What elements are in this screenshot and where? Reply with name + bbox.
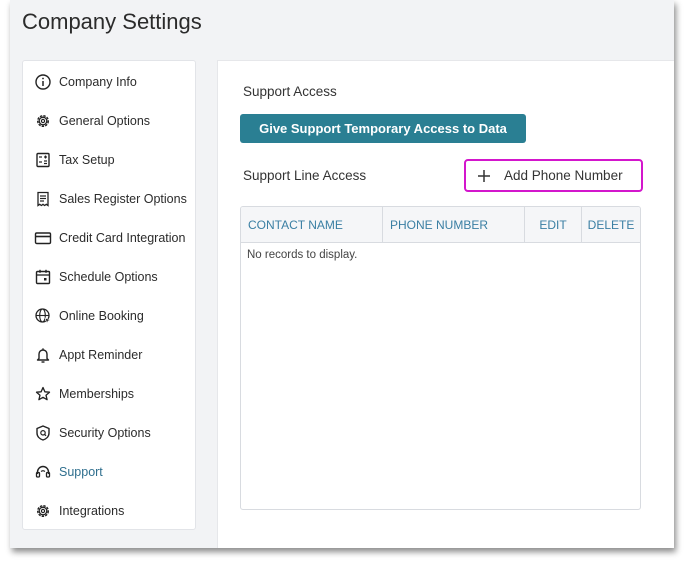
sidebar-item-online-booking[interactable]: Online Booking — [23, 296, 195, 335]
sidebar-item-appt-reminder[interactable]: Appt Reminder — [23, 335, 195, 374]
empty-table-message: No records to display. — [247, 249, 358, 261]
bell-icon — [34, 346, 52, 364]
gear-icon — [34, 112, 52, 130]
headset-icon — [34, 463, 52, 481]
star-icon — [34, 385, 52, 403]
sidebar-item-label: Memberships — [59, 386, 135, 401]
sidebar: Company Info General Options Tax Setup S… — [22, 60, 196, 530]
info-circle-icon — [34, 73, 52, 91]
sidebar-item-integrations[interactable]: Integrations — [23, 491, 195, 530]
sidebar-item-credit-card-integration[interactable]: Credit Card Integration — [23, 218, 195, 257]
gear-icon — [34, 502, 52, 520]
sidebar-item-sales-register-options[interactable]: Sales Register Options — [23, 179, 195, 218]
receipt-icon — [34, 190, 52, 208]
column-phone-number[interactable]: PHONE NUMBER — [383, 207, 525, 242]
sidebar-item-label: Schedule Options — [59, 269, 158, 284]
sidebar-item-company-info[interactable]: Company Info — [23, 62, 195, 101]
credit-card-icon — [34, 229, 52, 247]
column-contact-name[interactable]: CONTACT NAME — [241, 207, 383, 242]
sidebar-item-label: Integrations — [59, 503, 125, 518]
sidebar-item-label: Online Booking — [59, 308, 144, 323]
sidebar-item-support[interactable]: Support — [23, 452, 195, 491]
sidebar-item-label: Security Options — [59, 425, 151, 440]
sidebar-item-label: Company Info — [59, 74, 137, 89]
plus-icon — [476, 168, 492, 184]
sidebar-item-label: General Options — [59, 113, 151, 128]
support-access-heading: Support Access — [243, 84, 337, 99]
sidebar-item-label: Sales Register Options — [59, 191, 187, 206]
column-edit[interactable]: EDIT — [525, 207, 582, 242]
sidebar-item-label: Tax Setup — [59, 152, 115, 167]
shield-icon — [34, 424, 52, 442]
sidebar-item-security-options[interactable]: Security Options — [23, 413, 195, 452]
sidebar-item-label: Appt Reminder — [59, 347, 143, 362]
sidebar-item-memberships[interactable]: Memberships — [23, 374, 195, 413]
calendar-icon — [34, 268, 52, 286]
settings-window: Company Settings Company Info General Op… — [10, 0, 674, 548]
column-delete[interactable]: DELETE — [582, 207, 640, 242]
sidebar-item-tax-setup[interactable]: Tax Setup — [23, 140, 195, 179]
table-header: CONTACT NAME PHONE NUMBER EDIT DELETE — [241, 207, 640, 243]
add-phone-number-label: Add Phone Number — [504, 168, 623, 183]
sidebar-item-general-options[interactable]: General Options — [23, 101, 195, 140]
calculator-icon — [34, 151, 52, 169]
sidebar-item-label: Support — [59, 464, 103, 479]
give-support-access-button[interactable]: Give Support Temporary Access to Data — [240, 114, 526, 143]
sidebar-item-label: Credit Card Integration — [59, 230, 186, 245]
phone-number-table: CONTACT NAME PHONE NUMBER EDIT DELETE No… — [240, 206, 641, 510]
add-phone-number-button[interactable]: Add Phone Number — [464, 159, 643, 192]
support-line-access-heading: Support Line Access — [243, 168, 367, 183]
page-title: Company Settings — [22, 9, 202, 34]
sidebar-item-schedule-options[interactable]: Schedule Options — [23, 257, 195, 296]
globe-cursor-icon — [34, 307, 52, 325]
main-panel: Support Access Give Support Temporary Ac… — [217, 60, 674, 548]
